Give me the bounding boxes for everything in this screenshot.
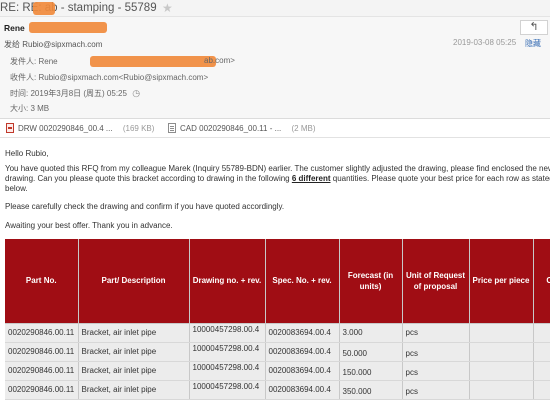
cell-price[interactable]: [468, 323, 533, 343]
cell-extra: [532, 342, 550, 362]
to-label: 收件人:: [10, 73, 37, 82]
table-row: 0020290846.00.11 Bracket, air inlet pipe…: [5, 380, 550, 400]
attachment-cad[interactable]: CAD 0020290846_00.11 - ... (2 MB): [168, 123, 316, 133]
cell-drawing: 10000457298.00.4: [188, 323, 265, 343]
subject-redaction: [33, 2, 55, 15]
from-value[interactable]: Rene: [38, 57, 57, 66]
cell-unit: pcs: [401, 342, 469, 362]
reply-arrow-icon[interactable]: ↰: [520, 20, 548, 35]
size-label: 大小:: [10, 104, 29, 113]
email-subject: RE: RE: ab - stamping - 55789: [0, 2, 157, 14]
column-header-price: Price per piece: [468, 239, 533, 324]
email-header: Rene ↰ 发给 Rubio@sipxmach.com 2019-03-08 …: [0, 17, 550, 119]
cell-extra: [532, 380, 550, 400]
body-text-segment: drawing. Can you please quote this brack…: [5, 174, 292, 183]
to-row: 收件人: Rubio@sipxmach.com<Rubio@sipxmach.c…: [10, 72, 208, 83]
cell-price[interactable]: [468, 361, 533, 381]
cell-spec: 0020083694.00.4: [264, 380, 339, 400]
body-paragraph-2: Please carefully check the drawing and c…: [5, 202, 285, 211]
cell-part-no: 0020290846.00.11: [5, 323, 78, 343]
cell-spec: 0020083694.00.4: [264, 323, 339, 343]
attachment-name: DRW 0020290846_00.4 ...: [18, 124, 113, 133]
recipient-summary[interactable]: 发给 Rubio@sipxmach.com: [4, 39, 102, 50]
quantities-emphasis: 6 different: [291, 174, 331, 183]
cell-drawing: 10000457298.00.4: [188, 342, 265, 362]
cell-forecast: 3.000: [338, 323, 402, 343]
column-header-spec: Spec. No. + rev.: [264, 239, 339, 324]
table-row: 0020290846.00.11 Bracket, air inlet pipe…: [5, 361, 550, 381]
cell-drawing: 10000457298.00.4: [188, 380, 265, 400]
cell-extra: [532, 323, 550, 343]
attachment-size: (169 KB): [122, 124, 155, 133]
rfq-table-container: Part No. Part/ Description Drawing no. +…: [5, 239, 550, 400]
table-row: 0020290846.00.11 Bracket, air inlet pipe…: [5, 342, 550, 362]
cell-description: Bracket, air inlet pipe: [77, 380, 189, 400]
cell-part-no: 0020290846.00.11: [5, 361, 78, 381]
pdf-icon: [6, 123, 14, 133]
cell-drawing: 10000457298.00.4: [188, 361, 265, 381]
size-value: 3 MB: [30, 104, 50, 113]
sender-name[interactable]: Rene: [4, 23, 25, 33]
email-datetime: 2019-03-08 05:25: [453, 38, 517, 47]
greeting: Hello Rubio,: [5, 149, 49, 158]
cell-forecast: 50.000: [338, 342, 402, 362]
cell-price[interactable]: [468, 342, 533, 362]
cell-unit: pcs: [401, 323, 469, 343]
cell-description: Bracket, air inlet pipe: [77, 342, 189, 362]
cell-description: Bracket, air inlet pipe: [77, 361, 189, 381]
column-header-drawing: Drawing no. + rev.: [188, 239, 265, 324]
cell-part-no: 0020290846.00.11: [5, 380, 78, 400]
body-text-segment: quantities. Please quote your best price…: [330, 174, 550, 183]
from-suffix[interactable]: ab.com>: [204, 56, 235, 65]
attachment-size: (2 MB): [291, 124, 316, 133]
body-paragraph-1-line-1: You have quoted this RFQ from my colleag…: [5, 164, 550, 173]
column-header-description: Part/ Description: [77, 239, 189, 324]
table-row: 0020290846.00.11 Bracket, air inlet pipe…: [5, 323, 550, 343]
from-redaction: [90, 56, 216, 67]
time-label: 时间:: [10, 89, 29, 98]
column-header-forecast: Forecast (in units): [338, 239, 402, 324]
time-row: 时间: 2019年3月8日 (周五) 05:25 ◷: [10, 88, 140, 99]
cell-spec: 0020083694.00.4: [264, 342, 339, 362]
column-header-extra: C: [532, 239, 550, 324]
to-value[interactable]: Rubio@sipxmach.com<Rubio@sipxmach.com>: [38, 73, 208, 82]
attachment-name: CAD 0020290846_00.11 - ...: [180, 124, 282, 133]
document-icon: [168, 123, 176, 133]
table-header-row: Part No. Part/ Description Drawing no. +…: [5, 239, 550, 324]
cell-description: Bracket, air inlet pipe: [77, 323, 189, 343]
from-label: 发件人:: [10, 57, 37, 66]
column-header-unit: Unit of Request of proposal: [401, 239, 469, 324]
body-paragraph-1-line-3: below.: [5, 184, 28, 193]
cell-unit: pcs: [401, 380, 469, 400]
body-paragraph-3: Awaiting your best offer. Thank you in a…: [5, 221, 173, 230]
column-header-part-no: Part No.: [5, 239, 78, 324]
clock-icon[interactable]: ◷: [132, 88, 140, 99]
time-value: 2019年3月8日 (周五) 05:25: [30, 89, 127, 98]
sender-redaction: [29, 22, 107, 33]
cell-unit: pcs: [401, 361, 469, 381]
star-icon[interactable]: ★: [162, 1, 173, 15]
cell-spec: 0020083694.00.4: [264, 361, 339, 381]
from-row: 发件人: Rene: [10, 56, 58, 67]
cell-price[interactable]: [468, 380, 533, 400]
attachments-bar: DRW 0020290846_00.4 ... (169 KB) CAD 002…: [0, 120, 550, 138]
cell-part-no: 0020290846.00.11: [5, 342, 78, 362]
size-row: 大小: 3 MB: [10, 103, 49, 114]
cell-extra: [532, 361, 550, 381]
body-paragraph-1-line-2: drawing. Can you please quote this brack…: [5, 174, 550, 184]
hide-details-link[interactable]: 隐藏: [525, 38, 541, 49]
cell-forecast: 150.000: [338, 361, 402, 381]
rfq-table: Part No. Part/ Description Drawing no. +…: [5, 239, 550, 400]
subject-bar: RE: RE: ab - stamping - 55789 ★: [0, 0, 550, 17]
attachment-drw[interactable]: DRW 0020290846_00.4 ... (169 KB): [6, 123, 154, 133]
cell-forecast: 350.000: [338, 380, 402, 400]
